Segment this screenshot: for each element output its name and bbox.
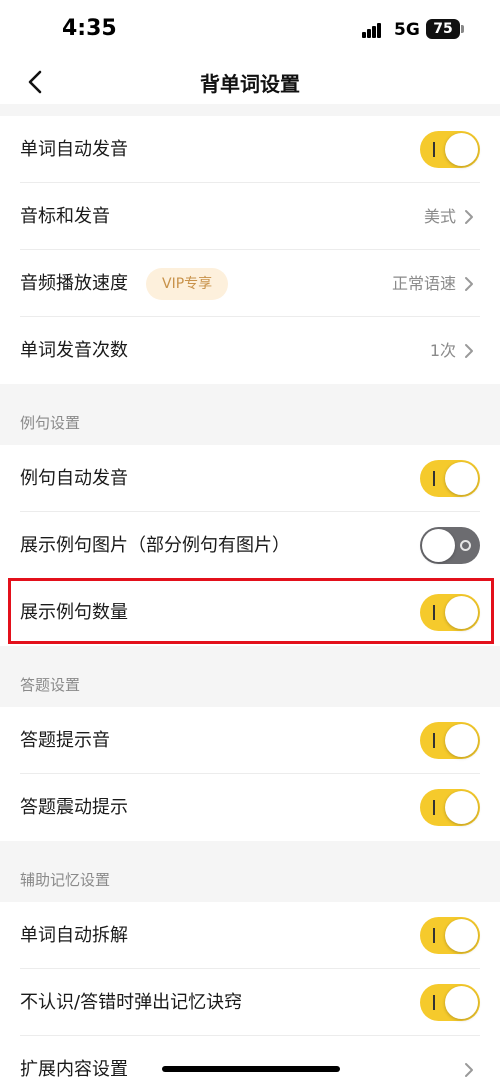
row-auto-pronounce: 单词自动发音 (0, 116, 500, 183)
row-show-images: 展示例句图片（部分例句有图片） (0, 512, 500, 579)
chevron-right-icon (465, 344, 473, 358)
row-label: 单词发音次数 (20, 340, 128, 361)
row-phonetics[interactable]: 音标和发音 美式 (0, 183, 500, 250)
answer-settings-group: 答题提示音 答题震动提示 (0, 707, 500, 841)
page-title: 背单词设置 (200, 72, 300, 96)
section-header-answer: 答题设置 (0, 646, 500, 707)
network-type: 5G (394, 20, 420, 40)
row-answer-sound: 答题提示音 (0, 707, 500, 774)
row-answer-vibrate: 答题震动提示 (0, 774, 500, 841)
status-bar: 4:35 5G 75 (0, 0, 500, 60)
memory-settings-group: 单词自动拆解 不认识/答错时弹出记忆诀窍 扩展内容设置 (0, 902, 500, 1082)
signal-icon (362, 22, 382, 38)
status-time: 4:35 (62, 16, 117, 41)
section-header-memory: 辅助记忆设置 (0, 841, 500, 902)
home-indicator[interactable] (162, 1066, 340, 1072)
row-label: 不认识/答错时弹出记忆诀窍 (20, 992, 243, 1013)
answer-vibrate-toggle[interactable] (420, 789, 480, 826)
row-label: 展示例句图片（部分例句有图片） (20, 535, 290, 556)
auto-split-toggle[interactable] (420, 917, 480, 954)
row-label: 例句自动发音 (20, 468, 128, 489)
row-label: 答题震动提示 (20, 797, 128, 818)
row-auto-split: 单词自动拆解 (0, 902, 500, 969)
section-header-example: 例句设置 (0, 384, 500, 445)
row-repeat[interactable]: 单词发音次数 1次 (0, 317, 500, 384)
vip-badge: VIP专享 (146, 268, 229, 300)
section-title: 辅助记忆设置 (20, 871, 111, 889)
word-settings-group: 单词自动发音 音标和发音 美式 音频播放速度 VIP专享 正常语速 单词发音次数… (0, 116, 500, 384)
chevron-right-icon (465, 1063, 473, 1077)
top-spacer (0, 104, 500, 116)
section-title: 例句设置 (20, 414, 81, 432)
row-label: 音频播放速度 (20, 273, 128, 294)
chevron-right-icon (465, 277, 473, 291)
example-auto-pronounce-toggle[interactable] (420, 460, 480, 497)
row-speed[interactable]: 音频播放速度 VIP专享 正常语速 (0, 250, 500, 317)
row-example-auto-pronounce: 例句自动发音 (0, 445, 500, 512)
highlight-box (8, 578, 494, 644)
battery-tip (461, 25, 464, 33)
repeat-value: 1次 (429, 341, 456, 360)
nav-bar: 背单词设置 (0, 60, 500, 104)
chevron-right-icon (465, 210, 473, 224)
row-label: 音标和发音 (20, 206, 110, 227)
memory-popup-toggle[interactable] (420, 984, 480, 1021)
show-images-toggle[interactable] (420, 527, 480, 564)
answer-sound-toggle[interactable] (420, 722, 480, 759)
row-extended-content[interactable]: 扩展内容设置 (0, 1036, 500, 1082)
row-label: 答题提示音 (20, 730, 110, 751)
row-label: 单词自动拆解 (20, 925, 128, 946)
row-label: 单词自动发音 (20, 139, 128, 160)
speed-value: 正常语速 (391, 274, 456, 293)
section-title: 答题设置 (20, 676, 81, 694)
row-memory-popup: 不认识/答错时弹出记忆诀窍 (0, 969, 500, 1036)
row-label: 扩展内容设置 (20, 1059, 128, 1080)
phonetics-value: 美式 (423, 207, 456, 226)
auto-pronounce-toggle[interactable] (420, 131, 480, 168)
battery-icon: 75 (426, 19, 460, 39)
